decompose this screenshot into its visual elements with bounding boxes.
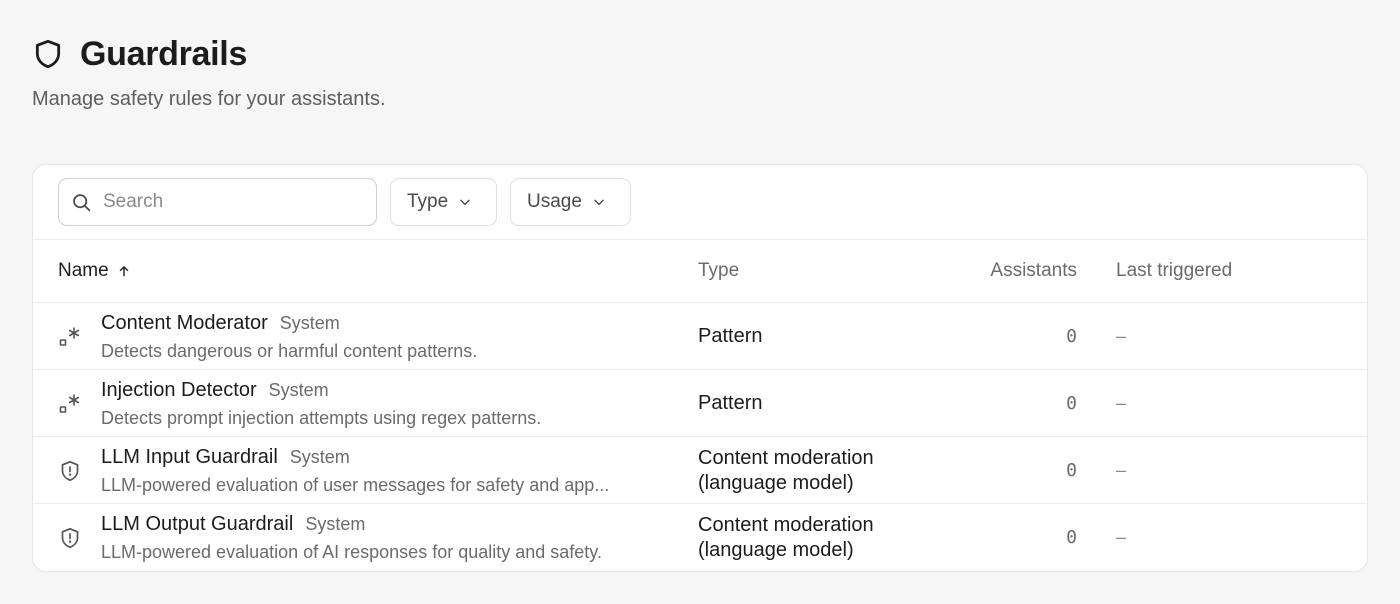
guardrail-description: Detects prompt injection attempts using … <box>101 408 542 428</box>
assistants-count: 0 <box>1066 393 1077 414</box>
guardrail-description: LLM-powered evaluation of user messages … <box>101 475 610 495</box>
guardrail-type-line2: (language model) <box>698 471 854 494</box>
page-title: Guardrails <box>80 34 248 73</box>
regex-icon <box>58 370 82 437</box>
guardrail-type: Pattern <box>698 370 928 437</box>
type-filter-label: Type <box>407 191 449 212</box>
last-triggered: – <box>1116 326 1127 346</box>
guardrail-type-line1: Pattern <box>698 392 763 414</box>
guardrail-type-line1: Content moderation <box>698 513 874 536</box>
system-badge: System <box>279 313 340 333</box>
usage-filter-button[interactable]: Usage <box>510 178 631 226</box>
assistants-count: 0 <box>1066 460 1077 481</box>
guardrail-type: Pattern <box>698 303 928 370</box>
assistants-count: 0 <box>1066 527 1077 548</box>
shield-alert-icon <box>58 437 82 504</box>
guardrail-name-cell: LLM Output Guardrail System LLM-powered … <box>101 513 671 563</box>
title-row: Guardrails <box>32 34 386 74</box>
table-row[interactable]: Injection Detector System Detects prompt… <box>33 370 1367 437</box>
table-row[interactable]: LLM Input Guardrail System LLM-powered e… <box>33 437 1367 504</box>
guardrail-name[interactable]: LLM Output Guardrail <box>101 513 293 536</box>
column-header-assistants[interactable]: Assistants <box>990 240 1077 302</box>
search-input[interactable] <box>103 191 363 213</box>
page-header: Guardrails Manage safety rules for your … <box>32 34 386 111</box>
system-badge: System <box>289 447 350 467</box>
guardrails-table-card: Type Usage Name Type Assistants Last tri… <box>32 164 1368 572</box>
search-icon <box>71 191 93 213</box>
last-triggered: – <box>1116 393 1127 413</box>
guardrail-type: Content moderation (language model) <box>698 437 928 504</box>
regex-icon <box>58 303 82 370</box>
guardrail-type-line1: Pattern <box>698 325 763 347</box>
guardrail-type-line2: (language model) <box>698 538 854 561</box>
table-row[interactable]: Content Moderator System Detects dangero… <box>33 303 1367 370</box>
guardrail-name[interactable]: Content Moderator <box>101 312 268 335</box>
guardrail-type-line1: Content moderation <box>698 446 874 469</box>
shield-icon <box>32 34 66 74</box>
column-header-name[interactable]: Name <box>58 240 131 302</box>
chevron-down-icon <box>458 195 472 209</box>
guardrail-name-cell: Content Moderator System Detects dangero… <box>101 312 671 362</box>
last-triggered: – <box>1116 460 1127 480</box>
column-header-type[interactable]: Type <box>698 240 739 302</box>
guardrail-name[interactable]: LLM Input Guardrail <box>101 446 278 469</box>
page-subtitle: Manage safety rules for your assistants. <box>32 88 386 110</box>
chevron-down-icon <box>592 195 606 209</box>
system-badge: System <box>268 380 329 400</box>
assistants-count: 0 <box>1066 326 1077 347</box>
guardrail-type: Content moderation (language model) <box>698 504 928 571</box>
column-header-last-triggered[interactable]: Last triggered <box>1116 240 1232 302</box>
type-filter-button[interactable]: Type <box>390 178 497 226</box>
shield-alert-icon <box>58 504 82 571</box>
table-header: Name Type Assistants Last triggered <box>33 240 1367 303</box>
column-header-name-label: Name <box>58 260 109 281</box>
table-toolbar: Type Usage <box>33 165 1367 240</box>
sort-ascending-icon <box>117 263 131 279</box>
system-badge: System <box>305 514 366 534</box>
guardrail-name[interactable]: Injection Detector <box>101 379 257 402</box>
guardrail-description: LLM-powered evaluation of AI responses f… <box>101 542 602 562</box>
guardrail-name-cell: LLM Input Guardrail System LLM-powered e… <box>101 446 671 496</box>
table-row[interactable]: LLM Output Guardrail System LLM-powered … <box>33 504 1367 571</box>
usage-filter-label: Usage <box>527 191 582 212</box>
guardrail-description: Detects dangerous or harmful content pat… <box>101 341 478 361</box>
search-box[interactable] <box>58 178 377 226</box>
guardrail-name-cell: Injection Detector System Detects prompt… <box>101 379 671 429</box>
last-triggered: – <box>1116 527 1127 547</box>
